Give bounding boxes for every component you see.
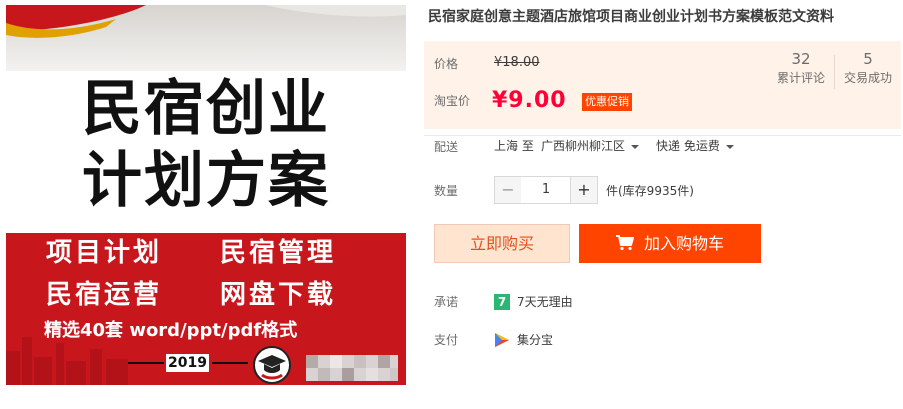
sales-label: 交易成功 <box>843 71 892 85</box>
year-label: 2019 <box>166 354 209 372</box>
taobao-price-label: 淘宝价 <box>434 94 471 108</box>
stock-info: 件(库存9935件) <box>606 184 694 198</box>
product-title: 民宿家庭创意主题酒店旅馆项目商业创业计划书方案模板范文资料 <box>428 9 834 25</box>
year-line-right <box>212 362 248 364</box>
section-divider <box>424 135 901 136</box>
promise-text[interactable]: 7天无理由 <box>517 294 573 310</box>
buy-now-button[interactable]: 立即购买 <box>434 224 570 263</box>
image-title-line1: 民宿创业 <box>82 74 330 144</box>
feature-management: 民宿管理 <box>220 238 337 268</box>
feature-formats: 精选40套 word/ppt/pdf格式 <box>44 320 298 341</box>
stat-divider <box>834 55 835 89</box>
seven-day-return-icon: 7 <box>494 294 510 310</box>
shipping-method-select[interactable]: 快递 免运费 <box>656 138 734 154</box>
promo-badge[interactable]: 优惠促销 <box>582 93 632 111</box>
original-price: ¥18.00 <box>494 55 540 70</box>
quantity-input[interactable]: 1 <box>521 176 571 204</box>
product-image[interactable]: 民宿创业 计划方案 项目计划 民宿管理 民宿运营 网盘下载 精选40套 word… <box>6 5 406 385</box>
sales-stat: 5 交易成功 <box>840 49 896 87</box>
banner-decoration <box>6 5 406 71</box>
review-stat[interactable]: 32 累计评论 <box>774 49 828 87</box>
feature-operation: 民宿运营 <box>46 280 163 310</box>
feature-download: 网盘下载 <box>220 280 337 310</box>
review-label: 累计评论 <box>776 71 825 85</box>
shipping-destination-select[interactable]: 广西柳州柳江区 <box>541 138 640 154</box>
quantity-increase-button[interactable]: + <box>570 176 598 204</box>
blurred-watermark <box>306 355 398 381</box>
chevron-down-icon <box>725 144 734 149</box>
sales-count: 5 <box>863 50 873 68</box>
taobao-price: ¥9.00 <box>492 88 567 113</box>
review-count: 32 <box>791 50 811 68</box>
shipping-destination: 广西柳州柳江区 <box>541 139 626 153</box>
add-to-cart-label: 加入购物车 <box>643 234 724 253</box>
graduation-cap-icon <box>253 346 291 384</box>
feature-project-plan: 项目计划 <box>46 238 163 268</box>
quantity-label: 数量 <box>434 184 459 198</box>
price-label: 价格 <box>434 57 459 71</box>
jifenbao-icon <box>495 333 509 347</box>
price-panel: 价格 ¥18.00 淘宝价 ¥9.00 优惠促销 32 累计评论 5 交易成功 <box>424 41 901 129</box>
add-to-cart-button[interactable]: 加入购物车 <box>579 224 761 263</box>
promise-label: 承诺 <box>434 295 459 309</box>
payment-label: 支付 <box>434 333 459 347</box>
payment-text[interactable]: 集分宝 <box>517 332 553 348</box>
image-title: 民宿创业 计划方案 <box>6 73 406 217</box>
shipping-method: 快递 免运费 <box>656 139 720 153</box>
year-value: 2019 <box>168 355 207 371</box>
year-line-left <box>128 362 164 364</box>
shipping-label: 配送 <box>434 140 459 154</box>
quantity-decrease-button[interactable]: − <box>494 176 522 204</box>
chevron-down-icon <box>631 144 640 149</box>
shipping-from: 上海 至 <box>494 139 534 153</box>
cart-icon <box>615 234 634 250</box>
image-title-line2: 计划方案 <box>82 146 330 216</box>
